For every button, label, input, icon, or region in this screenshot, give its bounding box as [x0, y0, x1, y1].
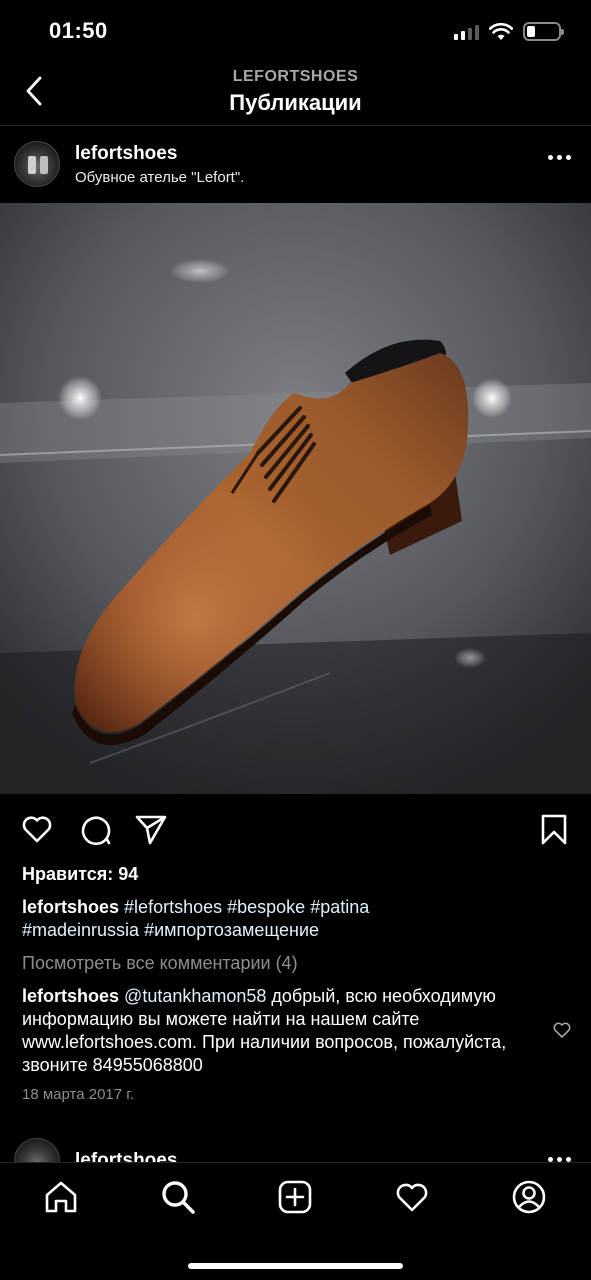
- wifi-icon: [489, 22, 513, 40]
- post-caption: lefortshoes #lefortshoes #bespoke #patin…: [22, 896, 562, 942]
- comment: lefortshoes @tutankhamon58 добрый, всю н…: [22, 985, 522, 1077]
- hashtag[interactable]: #импортозамещение: [144, 920, 319, 940]
- avatar[interactable]: [14, 141, 60, 187]
- battery-icon: [523, 22, 564, 41]
- post-date: 18 марта 2017 г.: [22, 1086, 135, 1103]
- page-title: Публикации: [229, 90, 362, 115]
- share-send-icon[interactable]: [134, 812, 168, 846]
- nav-header: LEFORTSHOES Публикации: [0, 60, 591, 126]
- home-icon[interactable]: [43, 1179, 79, 1215]
- cellular-signal-icon: [454, 24, 479, 40]
- status-bar: 01:50: [0, 0, 591, 60]
- hashtag[interactable]: #patina: [310, 897, 369, 917]
- post-photo[interactable]: [0, 203, 591, 794]
- status-time: 01:50: [49, 18, 108, 43]
- bookmark-icon[interactable]: [537, 812, 571, 846]
- profile-icon[interactable]: [511, 1179, 547, 1215]
- more-options-icon[interactable]: [548, 155, 571, 160]
- shoe-image: [0, 203, 591, 794]
- battery-level: [527, 26, 535, 37]
- like-heart-icon[interactable]: [20, 812, 54, 846]
- hashtag[interactable]: #lefortshoes: [124, 897, 222, 917]
- avatar[interactable]: [14, 1138, 60, 1162]
- post-actions: [0, 806, 591, 852]
- comment-icon[interactable]: [78, 812, 112, 846]
- post-header: lefortshoes Обувное ателье "Lefort".: [0, 127, 591, 203]
- view-all-comments-link[interactable]: Посмотреть все комментарии (4): [22, 953, 298, 974]
- hashtag[interactable]: #madeinrussia: [22, 920, 139, 940]
- status-icons: [454, 22, 564, 41]
- next-post-header: lefortshoes: [0, 1138, 591, 1162]
- hashtag[interactable]: #bespoke: [227, 897, 305, 917]
- search-icon[interactable]: [160, 1179, 196, 1215]
- comment-mention[interactable]: @tutankhamon58: [124, 986, 266, 1006]
- nav-subtitle: LEFORTSHOES: [232, 68, 359, 85]
- comment-like-heart-icon[interactable]: [552, 1020, 572, 1040]
- post-username[interactable]: lefortshoes: [75, 143, 177, 165]
- next-post-username[interactable]: lefortshoes: [75, 1150, 177, 1162]
- create-post-icon[interactable]: [277, 1179, 313, 1215]
- comment-username[interactable]: lefortshoes: [22, 986, 119, 1006]
- post-location[interactable]: Обувное ателье "Lefort".: [75, 169, 244, 186]
- home-indicator[interactable]: [188, 1263, 403, 1269]
- likes-count[interactable]: Нравится: 94: [22, 864, 138, 885]
- activity-heart-icon[interactable]: [394, 1179, 430, 1215]
- caption-username[interactable]: lefortshoes: [22, 897, 119, 917]
